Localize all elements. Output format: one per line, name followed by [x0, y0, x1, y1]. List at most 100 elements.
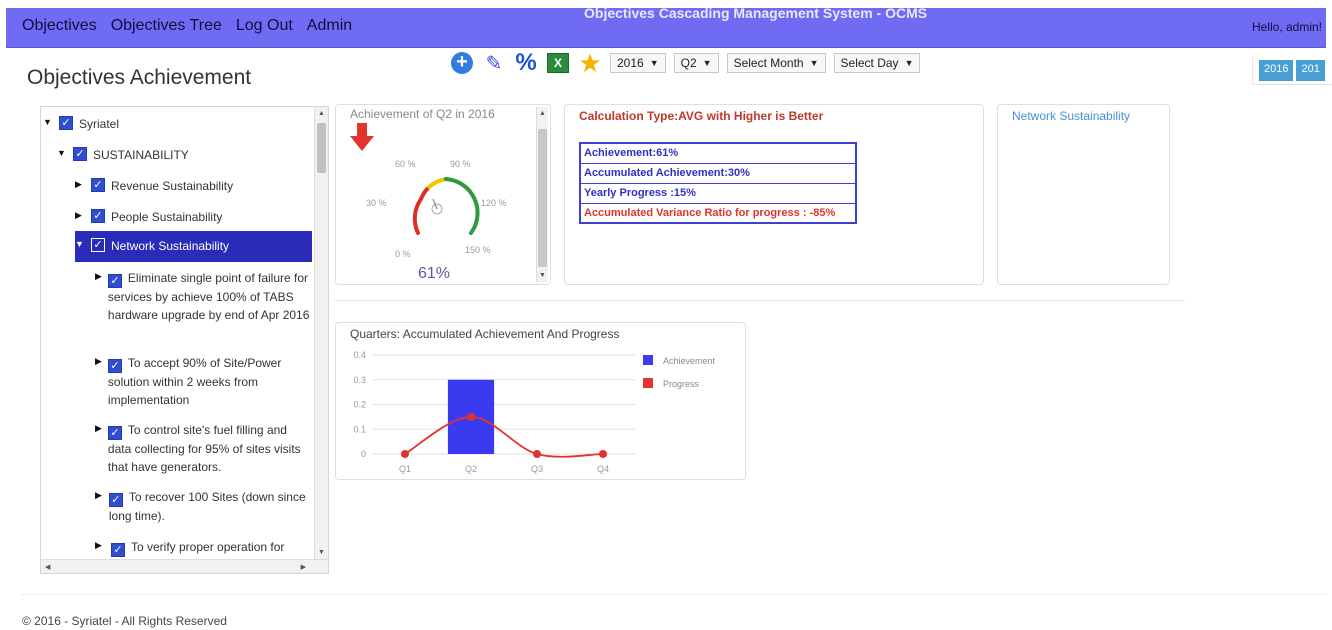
- expanded-caret-icon[interactable]: ▼: [43, 117, 53, 127]
- calculation-table: Achievement:61% Accumulated Achievement:…: [579, 142, 857, 224]
- add-icon: +: [451, 52, 473, 74]
- expanded-caret-icon[interactable]: ▼: [57, 148, 67, 158]
- nav-objectives-link[interactable]: Objectives: [22, 17, 97, 35]
- progress-point: [467, 412, 475, 421]
- day-select[interactable]: Select Day ▼: [833, 53, 921, 73]
- x-tick-label: Q1: [399, 464, 411, 474]
- y-tick-label: 0.3: [353, 375, 366, 385]
- tree-node-label: ✓ To verify proper operation for: [111, 538, 284, 557]
- chevron-down-icon: ▼: [649, 58, 659, 68]
- gauge-arc-green: [444, 177, 480, 235]
- tree-node-label: ✓ To recover 100 Sites (down since long t…: [108, 488, 310, 525]
- gauge-scrollbar[interactable]: ▲ ▼: [536, 107, 548, 282]
- scroll-down-icon[interactable]: ▼: [539, 272, 546, 279]
- legend-label: Achievement: [663, 356, 716, 366]
- tree-node-root[interactable]: ▼ ✓ Syriatel: [43, 115, 119, 133]
- scrollbar-thumb[interactable]: [317, 123, 326, 173]
- collapsed-caret-icon[interactable]: ▶: [95, 540, 105, 551]
- nav-logout-link[interactable]: Log Out: [236, 17, 293, 35]
- legend-swatch: [643, 378, 653, 388]
- tree-node-objective-5[interactable]: ▶ ✓ To verify proper operation for: [95, 538, 310, 557]
- objective-text: To verify proper operation for: [131, 540, 285, 554]
- yearly-progress-value: Yearly Progress :15%: [579, 182, 857, 204]
- tree-node-people[interactable]: ▶ ✓ People Sustainability: [75, 208, 222, 226]
- scrollbar-thumb[interactable]: [538, 129, 547, 267]
- collapsed-caret-icon[interactable]: ▶: [95, 271, 102, 282]
- collapsed-caret-icon[interactable]: ▶: [95, 356, 102, 367]
- nav-links: Objectives Objectives Tree Log Out Admin: [22, 17, 352, 35]
- scroll-up-icon[interactable]: ▲: [539, 110, 546, 117]
- x-tick-label: Q4: [597, 464, 609, 474]
- checkbox-checked[interactable]: ✓: [91, 178, 105, 192]
- progress-point: [401, 450, 409, 458]
- scroll-down-icon[interactable]: ▼: [318, 549, 325, 556]
- progress-point: [599, 450, 607, 458]
- month-select[interactable]: Select Month ▼: [726, 53, 826, 73]
- tree-node-revenue[interactable]: ▶ ✓ Revenue Sustainability: [75, 177, 233, 195]
- scroll-left-icon[interactable]: ◀: [45, 563, 50, 571]
- checkbox-checked[interactable]: ✓: [91, 238, 105, 252]
- tree-node-sustainability[interactable]: ▼ ✓ SUSTAINABILITY: [57, 146, 189, 164]
- quarter-select[interactable]: Q2 ▼: [673, 53, 719, 73]
- x-tick-label: Q2: [465, 464, 477, 474]
- checkbox-checked[interactable]: ✓: [59, 116, 73, 130]
- tree-vertical-scrollbar[interactable]: ▲ ▼: [314, 107, 328, 559]
- scroll-up-icon[interactable]: ▲: [318, 110, 325, 117]
- tree-node-label: People Sustainability: [111, 210, 223, 224]
- chevron-down-icon: ▼: [702, 58, 712, 68]
- calculation-card: Calculation Type:AVG with Higher is Bett…: [564, 104, 984, 285]
- nav-objectives-tree-link[interactable]: Objectives Tree: [111, 17, 222, 35]
- percent-button[interactable]: %: [514, 49, 538, 76]
- tree-node-network[interactable]: ▼ ✓ Network Sustainability: [75, 231, 312, 262]
- checkbox-checked[interactable]: ✓: [107, 426, 122, 440]
- tree-node-objective-3[interactable]: ▶ ✓ To control site's fuel filling and da…: [95, 421, 310, 476]
- edit-button[interactable]: ✎: [482, 51, 506, 75]
- progress-line: [404, 415, 604, 458]
- toolbar: + ✎ % X ★ 2016 ▼ Q2 ▼ Select Month ▼ Select…: [450, 48, 921, 78]
- tree-horizontal-scrollbar[interactable]: ◀ ▶: [41, 559, 328, 573]
- collapsed-caret-icon[interactable]: ▶: [75, 179, 85, 190]
- checkbox-checked[interactable]: ✓: [111, 543, 125, 557]
- add-button[interactable]: +: [450, 51, 474, 75]
- tree-node-objective-1[interactable]: ▶ ✓ Eliminate single point of failure for…: [95, 269, 310, 324]
- table-row: Yearly Progress :15%: [579, 182, 857, 204]
- favorite-button[interactable]: ★: [578, 48, 602, 78]
- objective-card: Network Sustainability: [997, 104, 1170, 285]
- table-row: Accumulated Achievement:30%: [579, 162, 857, 184]
- tree-node-objective-4[interactable]: ▶ ✓ To recover 100 Sites (down since long…: [95, 488, 310, 525]
- nav-admin-link[interactable]: Admin: [307, 17, 352, 35]
- tree-node-label: ✓ To control site's fuel filling and data…: [107, 421, 310, 476]
- expanded-caret-icon[interactable]: ▼: [75, 239, 85, 249]
- page-title: Objectives Achievement: [27, 66, 252, 89]
- tree-node-label: SUSTAINABILITY: [93, 148, 189, 162]
- tree-node-objective-2[interactable]: ▶ ✓ To accept 90% of Site/Power solution …: [95, 354, 310, 409]
- quarters-chart: 0 0.1 0.2 0.3 0.4 Q1 Q2 Q3 Q4 Achievement Progress: [353, 350, 716, 474]
- user-greeting[interactable]: Hello, admin!: [1252, 20, 1322, 34]
- footer-copyright: © 2016 - Syriatel - All Rights Reserved: [22, 614, 227, 628]
- collapsed-caret-icon[interactable]: ▶: [95, 490, 103, 501]
- year-button-2016[interactable]: 2016: [1259, 60, 1294, 81]
- objective-card-title[interactable]: Network Sustainability: [1012, 109, 1130, 123]
- edit-icon: ✎: [485, 52, 503, 75]
- year-buttons: 2016 201: [1252, 57, 1332, 85]
- scroll-right-icon[interactable]: ▶: [301, 563, 306, 571]
- star-icon: ★: [578, 47, 602, 78]
- checkbox-checked[interactable]: ✓: [91, 209, 105, 223]
- y-tick-label: 0.4: [353, 350, 366, 360]
- checkbox-checked[interactable]: ✓: [73, 147, 87, 161]
- checkbox-checked[interactable]: ✓: [107, 359, 122, 373]
- excel-export-button[interactable]: X: [546, 51, 570, 75]
- year-select[interactable]: 2016 ▼: [610, 53, 666, 73]
- objective-text: To control site's fuel filling and data …: [107, 423, 301, 474]
- year-button-next[interactable]: 201: [1296, 60, 1325, 81]
- objective-text: To recover 100 Sites (down since long ti…: [108, 490, 306, 523]
- collapsed-caret-icon[interactable]: ▶: [75, 210, 85, 221]
- table-row: Achievement:61%: [579, 142, 857, 164]
- objective-text: Eliminate single point of failure for se…: [107, 271, 310, 322]
- checkbox-checked[interactable]: ✓: [108, 493, 123, 507]
- tree-node-label: ✓ Eliminate single point of failure for s…: [107, 269, 310, 324]
- gauge-tick-60: 60 %: [395, 159, 416, 169]
- system-title: Objectives Cascading Management System -…: [584, 5, 928, 21]
- checkbox-checked[interactable]: ✓: [107, 274, 122, 288]
- collapsed-caret-icon[interactable]: ▶: [95, 423, 102, 434]
